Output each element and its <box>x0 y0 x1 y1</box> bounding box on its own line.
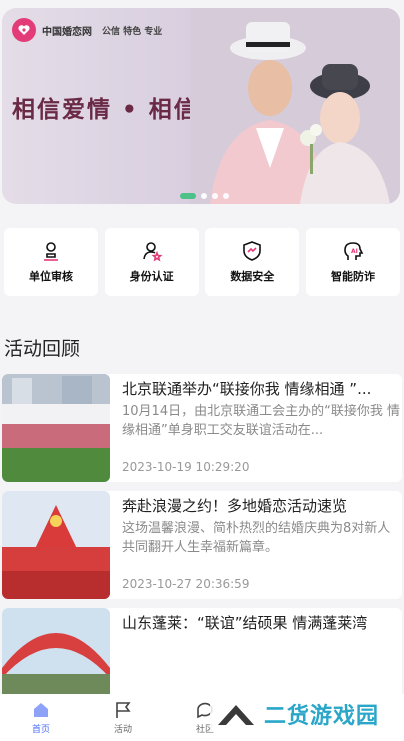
feature-identity[interactable]: 身份认证 <box>104 228 199 296</box>
carousel-dot-4[interactable] <box>223 193 229 199</box>
flag-icon <box>116 702 131 718</box>
news-desc: 这场温馨浪漫、简朴热烈的结婚庆典为8对新人共同翻开人生幸福新篇章。 <box>122 521 391 555</box>
news-item[interactable]: 奔赴浪漫之约！多地婚恋活动速览 这场温馨浪漫、简朴热烈的结婚庆典为8对新人共同翻… <box>2 491 402 599</box>
hero-banner[interactable]: 中国婚恋网 公信 特色 专业 相信爱情 • 相信我们 <box>2 8 400 204</box>
feature-label: 数据安全 <box>230 270 275 285</box>
watermark-logo-icon <box>218 705 254 725</box>
brand-logo-icon <box>12 18 36 42</box>
shield-chart-icon <box>243 241 262 261</box>
carousel-dot-2[interactable] <box>201 193 207 199</box>
watermark: 二货游戏园 <box>210 696 384 732</box>
home-icon <box>34 703 48 717</box>
feature-label: 智能防诈 <box>330 270 375 285</box>
news-time: 2023-10-19 10:29:20 <box>122 460 250 474</box>
news-item[interactable]: 北京联通举办“联接你我 情缘相通 ”... 10月14日，由北京联通工会主办的“… <box>2 374 402 482</box>
section-title: 活动回顾 <box>4 338 81 360</box>
watermark-text: 二货游戏园 <box>264 704 380 729</box>
feature-cards: 单位审核 身份认证 数据安全 AI 智能防诈 <box>4 228 400 298</box>
tab-label: 活动 <box>113 725 132 735</box>
couple-photo <box>190 8 400 204</box>
user-star-icon <box>142 242 163 262</box>
news-thumbnail <box>2 374 110 482</box>
carousel-indicator[interactable] <box>180 193 229 199</box>
news-time: 2023-10-27 20:36:59 <box>122 577 250 591</box>
feature-label: 身份认证 <box>129 270 174 285</box>
svg-text:AI: AI <box>351 248 358 255</box>
ai-head-icon: AI <box>344 242 364 260</box>
carousel-dot-1[interactable] <box>180 193 196 199</box>
news-title: 山东蓬莱：“联谊”结硕果 情满蓬莱湾 <box>122 614 368 632</box>
brand-tagline: 公信 特色 专业 <box>102 26 163 37</box>
news-desc: 10月14日，由北京联通工会主办的“联接你我 情缘相通”单身职工交友联谊活动在.… <box>122 404 400 438</box>
feature-label: 单位审核 <box>29 270 73 285</box>
tab-home[interactable]: 首页 <box>0 694 82 741</box>
carousel-dot-3[interactable] <box>212 193 218 199</box>
feature-unit-review[interactable]: 单位审核 <box>4 228 98 296</box>
news-title: 奔赴浪漫之约！多地婚恋活动速览 <box>122 497 348 515</box>
tab-activity[interactable]: 活动 <box>82 694 164 741</box>
feature-anti-fraud[interactable]: AI 智能防诈 <box>305 228 400 296</box>
brand-name: 中国婚恋网 <box>42 26 92 38</box>
news-thumbnail <box>2 491 110 599</box>
feature-data-security[interactable]: 数据安全 <box>205 228 300 296</box>
brand: 中国婚恋网 公信 特色 专业 <box>12 18 162 42</box>
news-title: 北京联通举办“联接你我 情缘相通 ”... <box>122 380 372 398</box>
user-stamp-icon <box>44 242 58 261</box>
tab-label: 首页 <box>31 725 50 735</box>
